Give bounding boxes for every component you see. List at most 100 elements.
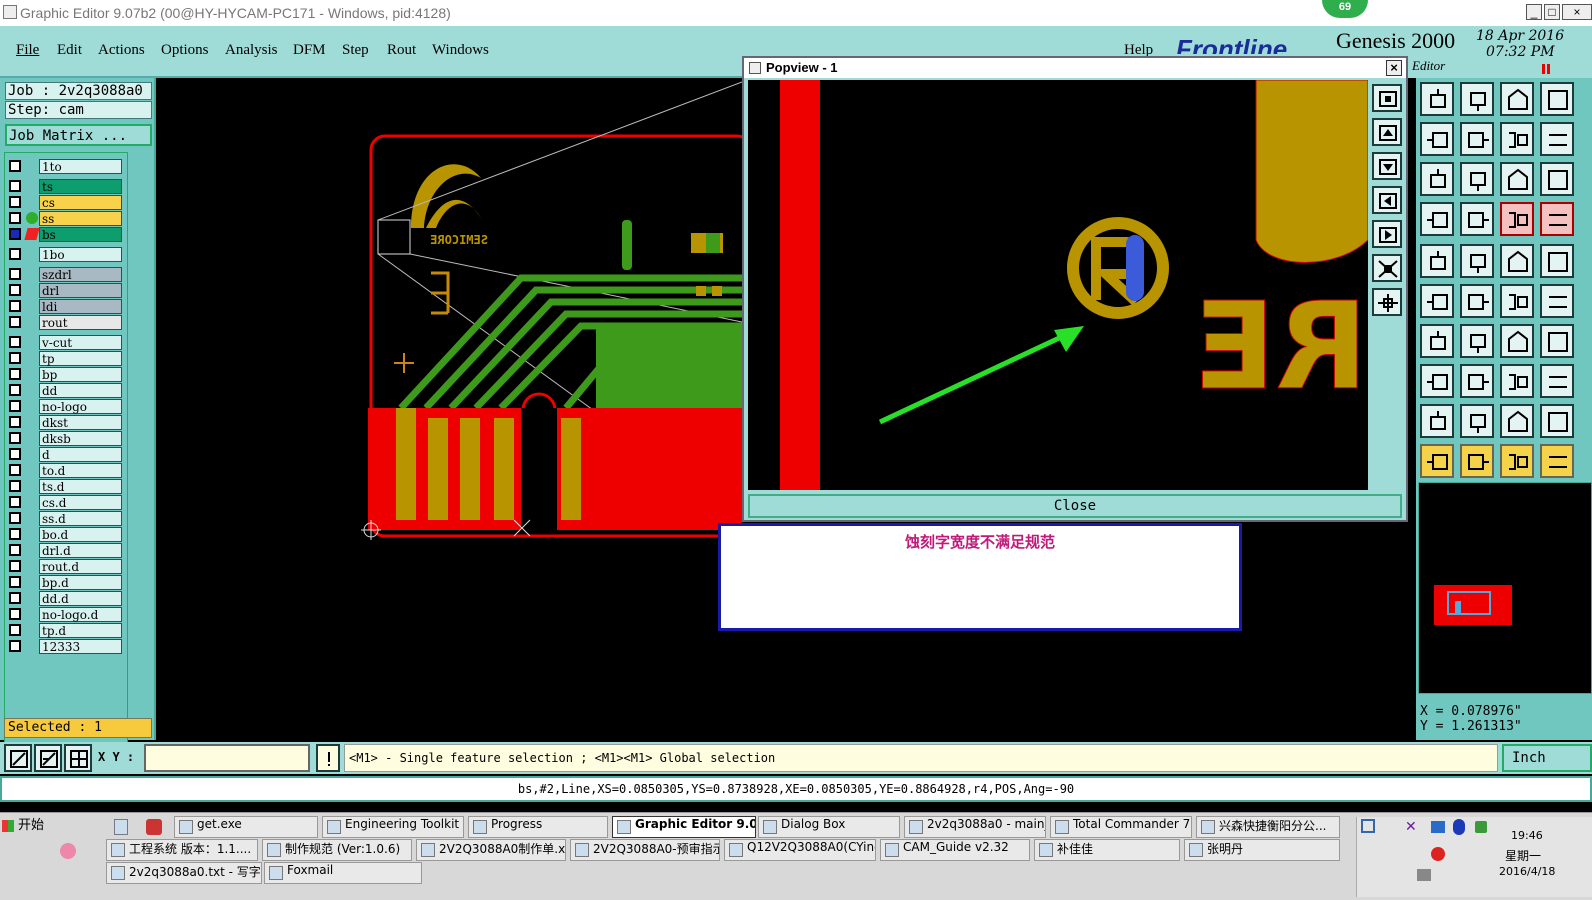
menu-windows[interactable]: Windows	[432, 42, 489, 59]
tool-button-2-2[interactable]	[1460, 122, 1494, 156]
layer-row-bo.d[interactable]: bo.d	[7, 527, 122, 542]
tool-button-7-3[interactable]	[1500, 324, 1534, 358]
layer-row-dkst[interactable]: dkst	[7, 415, 122, 430]
popview-close-icon[interactable]: ×	[1386, 60, 1402, 76]
popview-tool-3[interactable]	[1372, 152, 1402, 180]
tool-button-7-4[interactable]	[1540, 324, 1574, 358]
tool-button-3-4[interactable]	[1540, 162, 1574, 196]
tool-button-8-4[interactable]	[1540, 364, 1574, 398]
alert-icon[interactable]	[316, 744, 340, 772]
tool-button-10-4[interactable]	[1540, 444, 1574, 478]
layer-checkbox[interactable]	[9, 248, 21, 260]
layer-row-12333[interactable]: 12333	[7, 639, 122, 654]
tray-icon-bluetooth[interactable]	[1453, 819, 1465, 835]
overview-map[interactable]	[1418, 482, 1592, 694]
tool-button-10-3[interactable]	[1500, 444, 1534, 478]
tray-icon-red[interactable]	[1431, 847, 1445, 861]
layer-row-cs[interactable]: cs	[7, 195, 122, 210]
tool-button-7-2[interactable]	[1460, 324, 1494, 358]
tool-button-9-2[interactable]	[1460, 404, 1494, 438]
tool-button-4-2[interactable]	[1460, 202, 1494, 236]
layer-row-szdrl[interactable]: szdrl	[7, 267, 122, 282]
menu-analysis[interactable]: Analysis	[225, 42, 278, 59]
tool-button-6-3[interactable]	[1500, 284, 1534, 318]
tray-icon-1[interactable]	[1361, 819, 1375, 833]
tool-button-6-4[interactable]	[1540, 284, 1574, 318]
layer-checkbox[interactable]	[9, 432, 21, 444]
menu-rout[interactable]: Rout	[387, 42, 416, 59]
layer-checkbox[interactable]	[9, 496, 21, 508]
layer-row-dd[interactable]: dd	[7, 383, 122, 398]
tray-icon-shield[interactable]	[1475, 821, 1487, 833]
layer-row-1to[interactable]: 1to	[7, 159, 122, 174]
layer-checkbox[interactable]	[9, 384, 21, 396]
layer-row-ts[interactable]: ts	[7, 179, 122, 194]
tray-icon-close[interactable]: ✕	[1405, 819, 1417, 835]
tray-icon-volume[interactable]	[1417, 869, 1431, 881]
tool-button-8-3[interactable]	[1500, 364, 1534, 398]
tool-button-5-4[interactable]	[1540, 244, 1574, 278]
layer-row-drl[interactable]: drl	[7, 283, 122, 298]
tool-button-7-1[interactable]	[1420, 324, 1454, 358]
tray-icon-network[interactable]	[1431, 821, 1445, 833]
layer-checkbox[interactable]	[9, 448, 21, 460]
menu-edit[interactable]: Edit	[57, 42, 82, 59]
layer-row-dd.d[interactable]: dd.d	[7, 591, 122, 606]
graphic-canvas[interactable]: SEMICORE	[156, 78, 753, 740]
tool-button-5-3[interactable]	[1500, 244, 1534, 278]
tool-button-8-1[interactable]	[1420, 364, 1454, 398]
grid-icon[interactable]	[64, 744, 92, 772]
layer-checkbox[interactable]	[9, 180, 21, 192]
layer-row-1bo[interactable]: 1bo	[7, 247, 122, 262]
layer-checkbox[interactable]	[9, 416, 21, 428]
layer-checkbox[interactable]	[9, 624, 21, 636]
popview-canvas[interactable]: RE	[748, 79, 1369, 490]
tool-button-3-1[interactable]	[1420, 162, 1454, 196]
minimize-button[interactable]: _	[1526, 4, 1542, 20]
layer-row-ts.d[interactable]: ts.d	[7, 479, 122, 494]
layer-row-rout[interactable]: rout	[7, 315, 122, 330]
layer-checkbox[interactable]	[9, 576, 21, 588]
layer-row-drl.d[interactable]: drl.d	[7, 543, 122, 558]
layer-row-cs.d[interactable]: cs.d	[7, 495, 122, 510]
tool-button-4-3[interactable]	[1500, 202, 1534, 236]
xy-input[interactable]	[144, 744, 310, 772]
tool-button-9-3[interactable]	[1500, 404, 1534, 438]
popview-tool-1[interactable]	[1372, 84, 1402, 112]
layer-checkbox[interactable]	[9, 528, 21, 540]
tool-button-4-1[interactable]	[1420, 202, 1454, 236]
layer-row-bp.d[interactable]: bp.d	[7, 575, 122, 590]
popview-tool-6[interactable]	[1372, 254, 1402, 282]
tool-button-3-3[interactable]	[1500, 162, 1534, 196]
tool-button-3-2[interactable]	[1460, 162, 1494, 196]
tool-button-10-1[interactable]	[1420, 444, 1454, 478]
layer-row-bp[interactable]: bp	[7, 367, 122, 382]
close-window-button[interactable]: ×	[1562, 4, 1592, 20]
layer-checkbox[interactable]	[9, 196, 21, 208]
layer-checkbox[interactable]	[9, 544, 21, 556]
tool-button-5-2[interactable]	[1460, 244, 1494, 278]
layer-row-v-cut[interactable]: v-cut	[7, 335, 122, 350]
layer-checkbox[interactable]	[9, 316, 21, 328]
layer-checkbox[interactable]	[9, 400, 21, 412]
tool-button-2-1[interactable]	[1420, 122, 1454, 156]
layer-checkbox[interactable]	[9, 608, 21, 620]
tool-button-5-1[interactable]	[1420, 244, 1454, 278]
popview-window[interactable]: Popview - 1 × RE Close	[742, 56, 1408, 522]
popview-tool-2[interactable]	[1372, 118, 1402, 146]
tool-button-1-1[interactable]	[1420, 82, 1454, 116]
popview-tool-4[interactable]	[1372, 186, 1402, 214]
layer-checkbox[interactable]	[9, 592, 21, 604]
layer-checkbox[interactable]	[9, 640, 21, 652]
popview-close-button[interactable]: Close	[748, 494, 1402, 518]
layer-row-to.d[interactable]: to.d	[7, 463, 122, 478]
tool-button-9-4[interactable]	[1540, 404, 1574, 438]
tool-button-1-2[interactable]	[1460, 82, 1494, 116]
layer-row-dksb[interactable]: dksb	[7, 431, 122, 446]
menu-file[interactable]: File	[16, 42, 39, 59]
taskbar-button[interactable]: Foxmail	[264, 862, 422, 884]
layer-row-d[interactable]: d	[7, 447, 122, 462]
tool-button-8-2[interactable]	[1460, 364, 1494, 398]
menu-actions[interactable]: Actions	[98, 42, 145, 59]
layer-row-no-logo[interactable]: no-logo	[7, 399, 122, 414]
